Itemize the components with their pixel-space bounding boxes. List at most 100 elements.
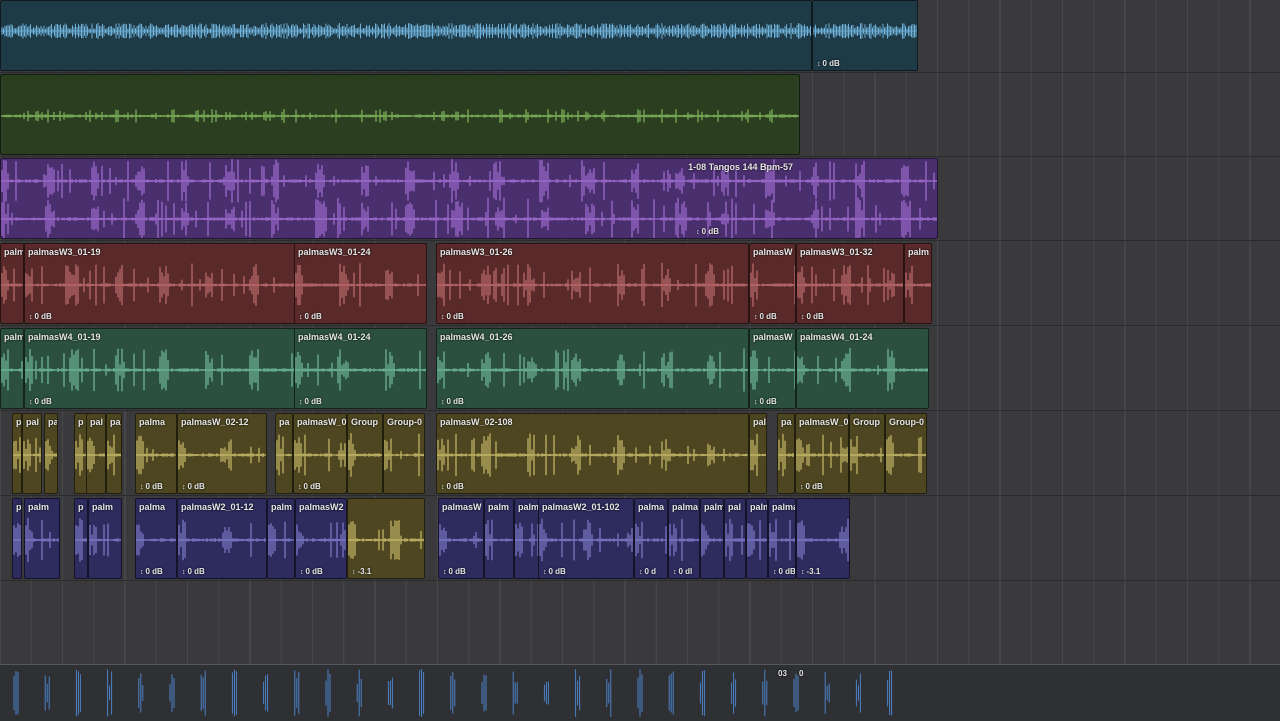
clip-label: palmasW2_01-102 xyxy=(542,502,620,512)
gain-handle-icon: ↕ xyxy=(773,569,777,576)
clip-gain-readout[interactable]: ↕ 0 dB xyxy=(182,567,205,576)
audio-clip[interactable]: palmasW_02-12 ↕ 0 dB xyxy=(177,413,267,494)
audio-clip[interactable]: palma ↕ 0 dB xyxy=(135,413,177,494)
audio-clip[interactable]: palm xyxy=(484,498,514,579)
audio-clip[interactable]: p xyxy=(12,413,22,494)
clip-gain-readout[interactable]: ↕ 0 dB xyxy=(300,567,323,576)
audio-clip[interactable]: palmasW_0 ↕ 0 dB xyxy=(795,413,849,494)
audio-clip[interactable]: pa xyxy=(275,413,293,494)
audio-clip[interactable]: pa xyxy=(777,413,795,494)
gain-handle-icon: ↕ xyxy=(298,484,302,491)
gain-handle-icon: ↕ xyxy=(817,61,821,68)
gain-value: 0 dB xyxy=(806,312,824,321)
audio-clip[interactable]: Group-0 xyxy=(885,413,927,494)
audio-clip[interactable]: pal xyxy=(22,413,42,494)
track-lane-2 xyxy=(0,74,1280,157)
audio-clip[interactable]: palmasW4_01-26 ↕ 0 dB xyxy=(436,328,749,409)
audio-clip[interactable]: palmasW2_01-102 ↕ 0 dB xyxy=(538,498,634,579)
audio-clip[interactable]: pal xyxy=(749,413,767,494)
audio-clip[interactable]: palm xyxy=(267,498,295,579)
audio-clip[interactable]: pal xyxy=(86,413,106,494)
clip-gain-readout[interactable]: ↕ 0 dB xyxy=(299,397,322,406)
audio-clip[interactable]: Group-0 xyxy=(383,413,425,494)
audio-clip[interactable]: palmasW ↕ 0 dB xyxy=(438,498,484,579)
clip-label: palma xyxy=(139,502,166,512)
audio-clip[interactable]: palma ↕ 0 dB xyxy=(135,498,177,579)
clip-gain-readout[interactable]: ↕ 0 dB xyxy=(543,567,566,576)
audio-clip[interactable]: Group xyxy=(347,413,383,494)
clip-gain-readout[interactable]: ↕ 0 dB xyxy=(29,397,52,406)
audio-clip[interactable] xyxy=(0,74,800,155)
clip-waveform xyxy=(1,109,799,123)
clip-label: palmasW_02-12 xyxy=(181,417,249,427)
audio-clip[interactable]: palmasW4_01-24 ↕ 0 dB xyxy=(294,328,427,409)
audio-clip[interactable]: palmasW_0 ↕ 0 dB xyxy=(293,413,347,494)
audio-clip[interactable]: palmasW ↕ 0 dB xyxy=(749,243,796,324)
audio-clip[interactable]: palma xyxy=(0,243,24,324)
audio-clip[interactable]: palma ↕ 0 d xyxy=(634,498,668,579)
audio-clip[interactable]: 1-08 Tangos 144 Bpm-57 ↕ 0 dB xyxy=(0,158,938,239)
clip-label: pal xyxy=(753,417,767,427)
audio-clip[interactable]: Group xyxy=(849,413,885,494)
audio-clip[interactable]: palm xyxy=(746,498,768,579)
clip-label: palmasW2 xyxy=(772,502,795,512)
audio-clip[interactable]: palmasW2 ↕0 dB xyxy=(295,498,347,579)
clip-label: p xyxy=(78,502,84,512)
overview-strip[interactable]: 03 0 xyxy=(0,664,1280,721)
audio-clip[interactable]: pa xyxy=(106,413,122,494)
clip-gain-readout[interactable]: ↕ 0 dB xyxy=(801,312,824,321)
audio-clip[interactable]: pa xyxy=(44,413,58,494)
gain-value: 0 dB xyxy=(548,567,566,576)
gain-value: 0 d xyxy=(644,567,657,576)
gain-value: -3.1 xyxy=(357,567,372,576)
audio-clip[interactable]: palma xyxy=(0,328,24,409)
clip-gain-readout[interactable]: ↕ 0 dB xyxy=(140,567,163,576)
audio-clip[interactable]: palm xyxy=(24,498,60,579)
audio-clip[interactable]: palmasW_02-108 ↕ 0 dB xyxy=(436,413,749,494)
clip-gain-readout[interactable]: ↕ 0 d xyxy=(639,567,656,576)
clip-gain-readout[interactable]: ↕ 0 dl xyxy=(673,567,692,576)
audio-clip[interactable]: palm xyxy=(700,498,724,579)
audio-clip[interactable]: palmasW3_01-24 ↕ 0 dB xyxy=(294,243,427,324)
audio-clip[interactable]: palm xyxy=(88,498,122,579)
clip-gain-readout[interactable]: ↕ 0 dB xyxy=(441,312,464,321)
clip-gain-readout[interactable]: ↕ 0 dB xyxy=(773,567,795,576)
audio-clip[interactable]: palmasW ↕ 0 dB xyxy=(749,328,796,409)
clip-gain-readout[interactable]: ↕ 0 dB xyxy=(800,482,823,491)
clip-gain-readout[interactable]: ↕ 0 dB xyxy=(441,482,464,491)
audio-clip[interactable]: palmasW3_01-32 ↕ 0 dB xyxy=(796,243,904,324)
audio-clip[interactable]: palma ↕ 0 dl xyxy=(668,498,700,579)
clip-gain-readout[interactable]: ↕ 0 dB xyxy=(140,482,163,491)
clip-gain-readout[interactable]: ↕ 0 dB xyxy=(754,397,777,406)
clip-gain-readout[interactable]: ↕ 0 dB xyxy=(696,227,719,236)
audio-clip[interactable]: ↕ 0 dB xyxy=(812,0,918,71)
gain-handle-icon: ↕ xyxy=(182,569,186,576)
track-lane-4: palmapalmasW3_01-19↕0 dBpalmasW3_01-24↕0… xyxy=(0,243,1280,326)
audio-clip[interactable]: palmasW2_01-12 ↕ 0 dB xyxy=(177,498,267,579)
audio-clip[interactable] xyxy=(0,0,812,71)
audio-clip[interactable]: palmasW2 ↕0 dB xyxy=(768,498,796,579)
clip-label: palmasW3_01-26 xyxy=(440,247,513,257)
audio-clip[interactable]: palmasW4_01-24 xyxy=(796,328,929,409)
audio-clip[interactable]: ↕ -3.1 xyxy=(796,498,850,579)
gain-handle-icon: ↕ xyxy=(300,569,304,576)
audio-clip[interactable]: p xyxy=(12,498,22,579)
clip-gain-readout[interactable]: ↕ 0 dB xyxy=(441,397,464,406)
audio-clip[interactable]: palmasW3_01-26 ↕ 0 dB xyxy=(436,243,749,324)
clip-gain-readout[interactable]: ↕ 0 dB xyxy=(29,312,52,321)
audio-clip[interactable]: palm xyxy=(904,243,932,324)
clip-gain-readout[interactable]: ↕ 0 dB xyxy=(754,312,777,321)
clip-gain-readout[interactable]: ↕ -3.1 xyxy=(801,567,820,576)
audio-clip[interactable]: ↕ -3.1 xyxy=(347,498,425,579)
clip-gain-readout[interactable]: ↕ 0 dB xyxy=(182,482,205,491)
waveform xyxy=(1,159,937,203)
audio-clip[interactable]: pal xyxy=(724,498,746,579)
clip-gain-readout[interactable]: ↕ -3.1 xyxy=(352,567,371,576)
clip-gain-readout[interactable]: ↕ 0 dB xyxy=(299,312,322,321)
gain-handle-icon: ↕ xyxy=(299,399,303,406)
clip-gain-readout[interactable]: ↕ 0 dB xyxy=(443,567,466,576)
audio-clip[interactable]: p xyxy=(74,498,88,579)
track-lane-3: 1-08 Tangos 144 Bpm-57 ↕ 0 dB xyxy=(0,158,1280,241)
clip-gain-readout[interactable]: ↕ 0 dB xyxy=(817,59,840,68)
clip-gain-readout[interactable]: ↕ 0 dB xyxy=(298,482,321,491)
